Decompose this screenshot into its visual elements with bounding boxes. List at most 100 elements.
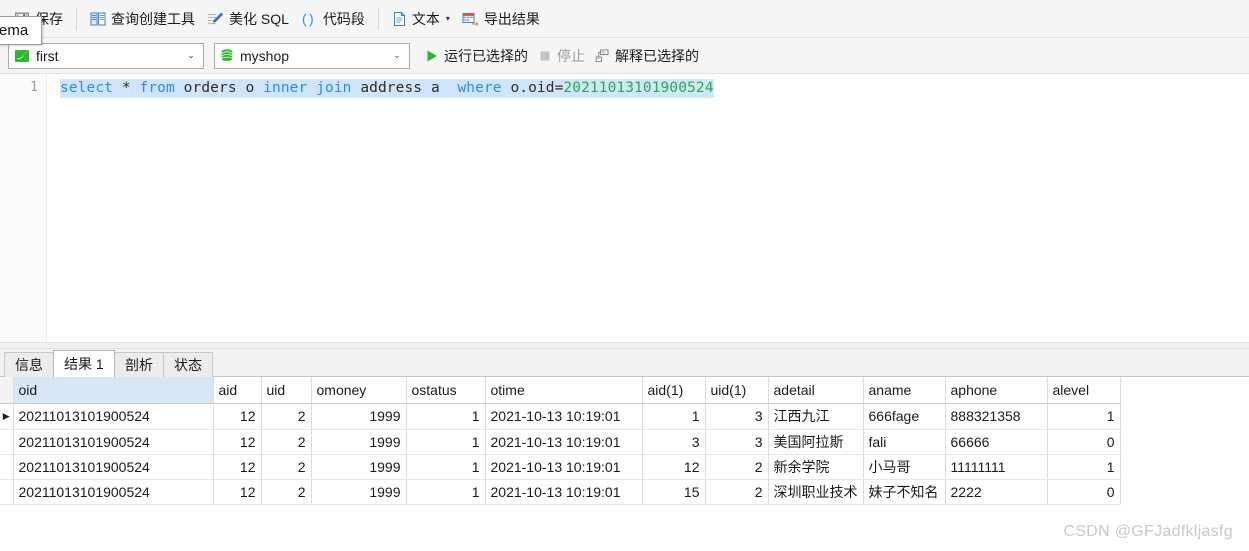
cell-adetail[interactable]: 深圳职业技术 xyxy=(768,479,864,505)
cell-uid1[interactable]: 3 xyxy=(705,403,769,430)
result-tab-0[interactable]: 信息 xyxy=(4,352,54,377)
cell-uid[interactable]: 2 xyxy=(261,403,312,430)
cell-ostatus[interactable]: 1 xyxy=(406,403,486,430)
cell-alevel[interactable]: 0 xyxy=(1047,479,1121,505)
result-tab-1[interactable]: 结果 1 xyxy=(53,350,115,377)
cell-uid[interactable]: 2 xyxy=(261,429,312,455)
cell-adetail[interactable]: 新余学院 xyxy=(768,454,864,480)
text-icon xyxy=(392,11,407,27)
result-tab-bar: 信息 结果 1 剖析 状态 xyxy=(0,349,1249,377)
sql-token-11: o.oid= xyxy=(501,80,564,96)
cell-otime[interactable]: 2021-10-13 10:19:01 xyxy=(485,403,643,430)
text-format-button[interactable]: 文本 ▾ xyxy=(386,6,456,32)
result-tab-2[interactable]: 剖析 xyxy=(114,352,164,377)
cell-aphone[interactable]: 888321358 xyxy=(945,403,1048,430)
cell-oid[interactable]: 20211013101900524 xyxy=(13,479,214,505)
column-header-oid[interactable]: oid xyxy=(13,377,214,404)
beautify-sql-button[interactable]: 美化 SQL xyxy=(201,6,295,32)
cell-oid[interactable]: 20211013101900524 xyxy=(13,403,214,430)
database-select[interactable]: myshop ⌄ xyxy=(214,42,410,69)
code-snippet-button[interactable]: ( ) 代码段 xyxy=(295,6,371,32)
result-tab-3[interactable]: 状态 xyxy=(163,352,213,377)
column-header-aphone[interactable]: aphone xyxy=(945,377,1048,404)
column-header-aid1[interactable]: aid(1) xyxy=(642,377,706,404)
toolbar-separator-2 xyxy=(377,7,379,30)
cell-uid1[interactable]: 2 xyxy=(705,454,769,480)
cell-aid[interactable]: 12 xyxy=(213,403,262,430)
cell-otime[interactable]: 2021-10-13 10:19:01 xyxy=(485,479,643,505)
cell-aid1[interactable]: 3 xyxy=(642,429,706,455)
run-selected-button[interactable]: 运行已选择的 xyxy=(420,43,533,69)
connection-select[interactable]: first ⌄ xyxy=(8,42,204,69)
result-grid[interactable]: oid aid uid omoney ostatus otime aid(1) uid(1) a… xyxy=(0,377,1249,551)
chevron-down-icon[interactable]: ▾ xyxy=(446,14,450,23)
column-header-uid[interactable]: uid xyxy=(261,377,312,404)
export-result-button[interactable]: 导出结果 xyxy=(456,6,546,32)
column-header-ostatus[interactable]: ostatus xyxy=(406,377,486,404)
cell-aid1[interactable]: 12 xyxy=(642,454,706,480)
sql-code-area[interactable]: select * from orders o inner join addres… xyxy=(48,74,1249,342)
sql-editor[interactable]: 1 select * from orders o inner join addr… xyxy=(0,74,1249,342)
cell-omoney[interactable]: 1999 xyxy=(311,454,407,480)
cell-uid1[interactable]: 2 xyxy=(705,479,769,505)
column-header-aname[interactable]: aname xyxy=(863,377,946,404)
chevron-down-icon[interactable]: ⌄ xyxy=(183,51,199,60)
sql-statement[interactable]: select * from orders o inner join addres… xyxy=(60,79,714,98)
cell-uid[interactable]: 2 xyxy=(261,479,312,505)
code-snippet-label: 代码段 xyxy=(322,10,365,27)
cell-aid[interactable]: 12 xyxy=(213,454,262,480)
table-row[interactable]: 20211013101900524 12 2 1999 1 2021-10-13 10:1… xyxy=(0,454,1121,480)
column-header-aid[interactable]: aid xyxy=(213,377,262,404)
cell-aphone[interactable]: 11111111 xyxy=(945,454,1048,480)
beautify-sql-icon xyxy=(207,11,224,27)
cell-omoney[interactable]: 1999 xyxy=(311,403,407,430)
cell-alevel[interactable]: 0 xyxy=(1047,429,1121,455)
query-builder-icon xyxy=(90,11,106,27)
cell-ostatus[interactable]: 1 xyxy=(406,479,486,505)
cell-aname[interactable]: 妹子不知名 xyxy=(863,479,946,505)
cell-aname[interactable]: 666fage xyxy=(863,403,946,430)
table-row[interactable]: 20211013101900524 12 2 1999 1 2021-10-13 10:1… xyxy=(0,479,1121,505)
line-number: 1 xyxy=(30,80,38,95)
cell-adetail[interactable]: 美国阿拉斯 xyxy=(768,429,864,455)
table-row[interactable]: 20211013101900524 12 2 1999 1 2021-10-13 10:1… xyxy=(0,429,1121,455)
cell-omoney[interactable]: 1999 xyxy=(311,479,407,505)
chevron-down-icon[interactable]: ⌄ xyxy=(389,51,405,60)
cell-otime[interactable]: 2021-10-13 10:19:01 xyxy=(485,429,643,455)
export-result-icon xyxy=(462,11,479,27)
toolbar-separator-1 xyxy=(76,7,77,30)
column-header-alevel[interactable]: alevel xyxy=(1047,377,1121,404)
panel-splitter[interactable] xyxy=(0,342,1249,349)
svg-text:): ) xyxy=(309,11,314,27)
cell-aname[interactable]: 小马哥 xyxy=(863,454,946,480)
result-header-row: oid aid uid omoney ostatus otime aid(1) uid(1) a… xyxy=(0,377,1121,404)
cell-uid1[interactable]: 3 xyxy=(705,429,769,455)
cell-otime[interactable]: 2021-10-13 10:19:01 xyxy=(485,454,643,480)
column-header-uid1[interactable]: uid(1) xyxy=(705,377,769,404)
cell-oid[interactable]: 20211013101900524 xyxy=(13,454,214,480)
cell-aid[interactable]: 12 xyxy=(213,429,262,455)
cell-omoney[interactable]: 1999 xyxy=(311,429,407,455)
cell-oid[interactable]: 20211013101900524 xyxy=(13,429,214,455)
cell-ostatus[interactable]: 1 xyxy=(406,454,486,480)
table-row[interactable]: ▶ 20211013101900524 12 2 1999 1 2021-10-13 10:… xyxy=(0,403,1121,430)
cell-ostatus[interactable]: 1 xyxy=(406,429,486,455)
cell-alevel[interactable]: 1 xyxy=(1047,454,1121,480)
cell-adetail[interactable]: 江西九江 xyxy=(768,403,864,430)
column-header-omoney[interactable]: omoney xyxy=(311,377,407,404)
cell-uid[interactable]: 2 xyxy=(261,454,312,480)
explain-selected-button[interactable]: 解释已选择的 xyxy=(590,43,704,69)
cell-aname[interactable]: fali xyxy=(863,429,946,455)
watermark: CSDN @GFJadfkljasfg xyxy=(1063,523,1233,540)
cell-aphone[interactable]: 2222 xyxy=(945,479,1048,505)
cell-aid1[interactable]: 1 xyxy=(642,403,706,430)
cell-aid1[interactable]: 15 xyxy=(642,479,706,505)
cell-aid[interactable]: 12 xyxy=(213,479,262,505)
cell-alevel[interactable]: 1 xyxy=(1047,403,1121,430)
column-header-adetail[interactable]: adetail xyxy=(768,377,864,404)
run-selected-label: 运行已选择的 xyxy=(444,47,528,64)
sql-token-2: * xyxy=(121,80,131,96)
cell-aphone[interactable]: 66666 xyxy=(945,429,1048,455)
query-builder-button[interactable]: 查询创建工具 xyxy=(84,6,201,32)
column-header-otime[interactable]: otime xyxy=(485,377,643,404)
